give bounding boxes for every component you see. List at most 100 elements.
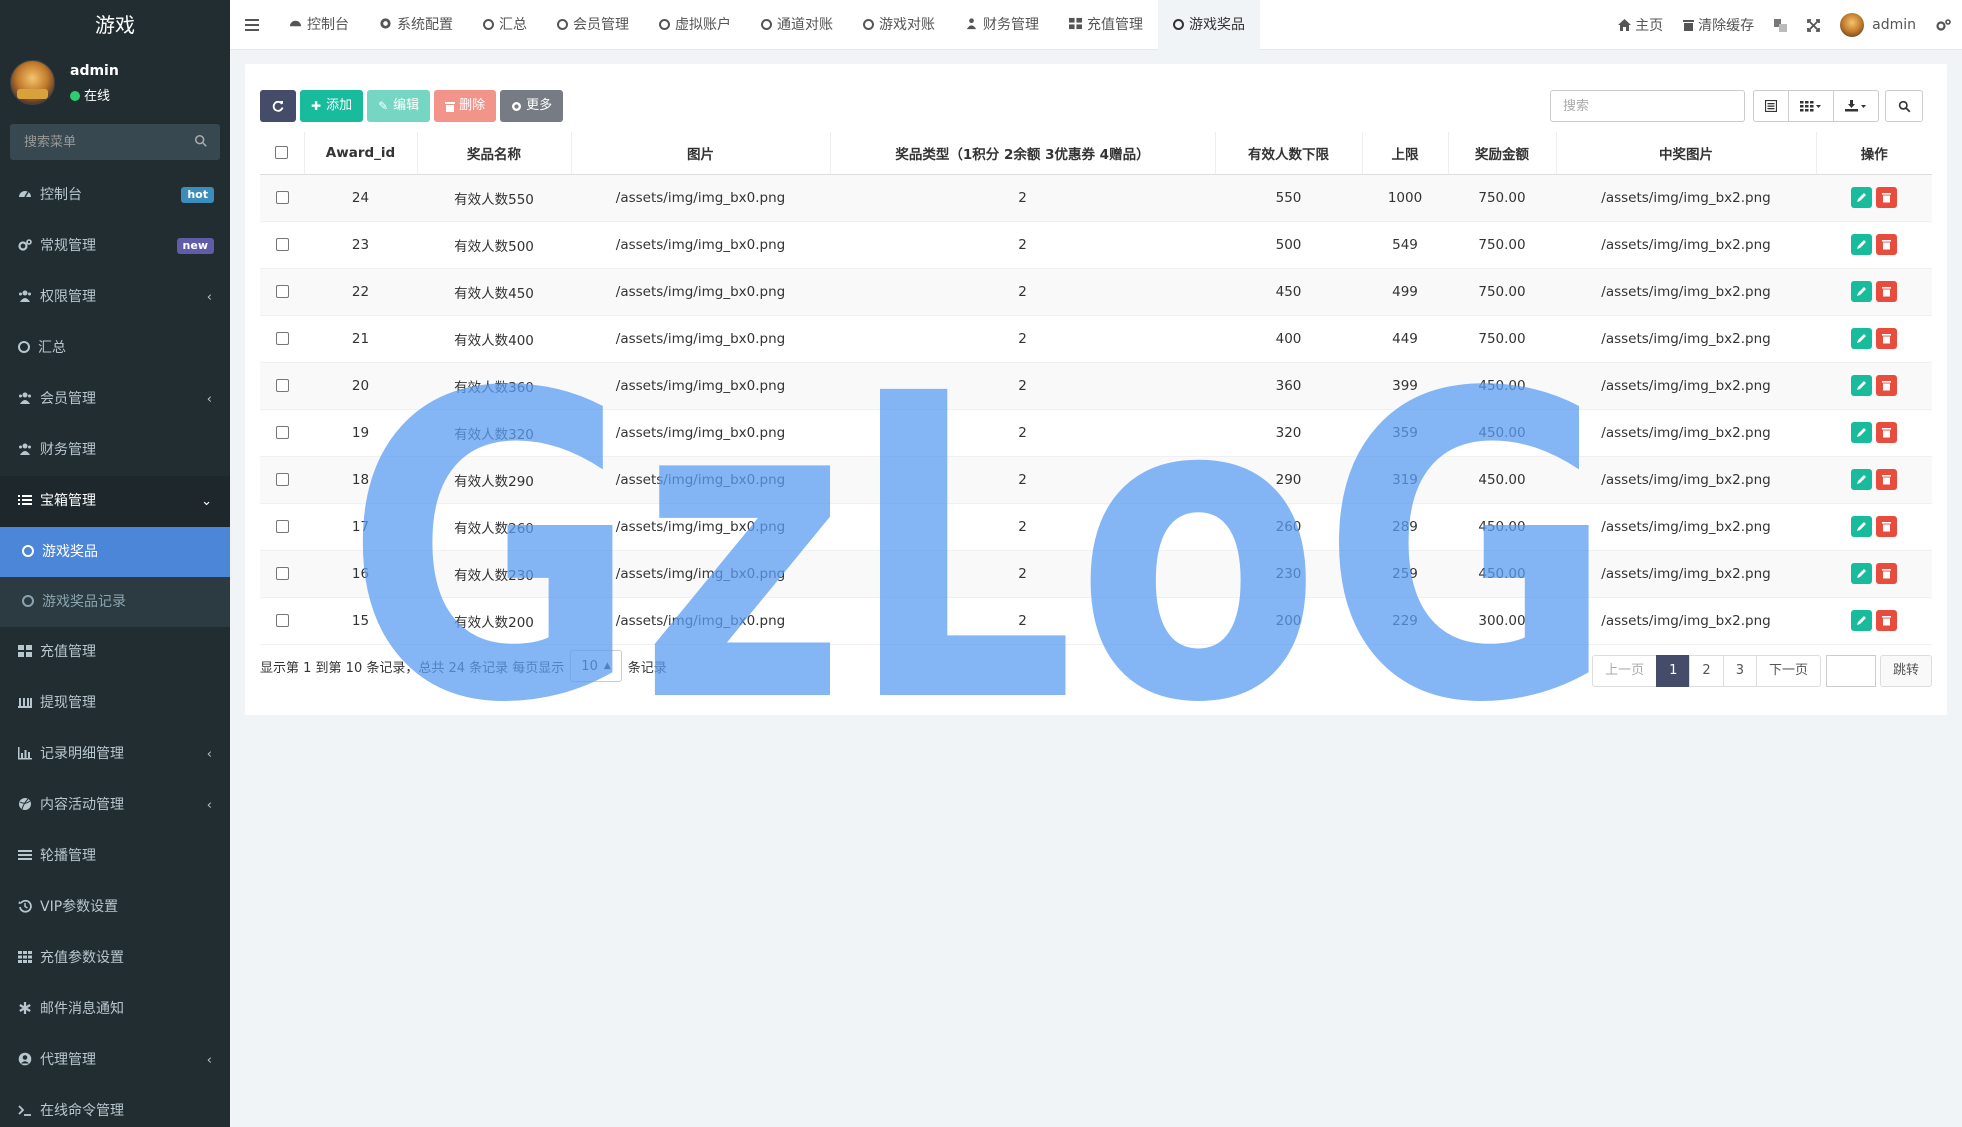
page-button[interactable]: 1	[1656, 655, 1691, 687]
row-edit-button[interactable]	[1851, 610, 1872, 631]
sidebar-subitem-game-prizes[interactable]: 游戏奖品	[0, 527, 230, 577]
add-button[interactable]: ✚ 添加	[300, 90, 364, 122]
next-page-button[interactable]: 下一页	[1755, 655, 1821, 687]
row-edit-button[interactable]	[1851, 234, 1872, 255]
row-edit-button[interactable]	[1851, 281, 1872, 302]
columns-button[interactable]	[1788, 90, 1834, 122]
column-header[interactable]: 有效人数下限	[1215, 132, 1363, 175]
row-delete-button[interactable]	[1876, 469, 1897, 490]
tab-virtual-accounts[interactable]: 虚拟账户	[644, 0, 746, 50]
row-delete-button[interactable]	[1876, 187, 1897, 208]
table-row[interactable]: 24 有效人数550/assets/img/img_bx0.png 2 550 1000…	[260, 174, 1932, 222]
sidebar-toggle[interactable]	[230, 0, 274, 50]
sidebar-item-content[interactable]: 内容活动管理 ‹	[0, 780, 230, 831]
table-row[interactable]: 22 有效人数450/assets/img/img_bx0.png 2 450 499 7…	[260, 268, 1932, 316]
table-row[interactable]: 16 有效人数230/assets/img/img_bx0.png 2 230 259 4…	[260, 550, 1932, 598]
tab-summary[interactable]: 汇总	[468, 0, 542, 50]
sidebar-item-commands[interactable]: 在线命令管理	[0, 1086, 230, 1127]
row-delete-button[interactable]	[1876, 281, 1897, 302]
language-button[interactable]	[1764, 18, 1797, 32]
sidebar-item-dashboard[interactable]: 控制台 hot	[0, 170, 230, 221]
row-delete-button[interactable]	[1876, 610, 1897, 631]
sidebar-item-vip[interactable]: VIP参数设置	[0, 882, 230, 933]
sidebar-item-withdraw[interactable]: 提现管理	[0, 678, 230, 729]
table-search-input[interactable]	[1550, 90, 1745, 122]
search-icon[interactable]	[194, 134, 208, 148]
advanced-search-button[interactable]	[1885, 90, 1923, 122]
table-row[interactable]: 23 有效人数500/assets/img/img_bx0.png 2 500 549 7…	[260, 221, 1932, 269]
fullscreen-button[interactable]	[1797, 18, 1830, 32]
row-delete-button[interactable]	[1876, 422, 1897, 443]
row-checkbox[interactable]	[275, 191, 289, 204]
page-button[interactable]: 2	[1689, 655, 1724, 687]
sidebar-item-finance[interactable]: 财务管理	[0, 425, 230, 476]
table-row[interactable]: 15 有效人数200/assets/img/img_bx0.png 2 200 229 3…	[260, 597, 1932, 645]
more-button[interactable]: 更多	[500, 90, 564, 122]
row-checkbox[interactable]	[275, 614, 289, 627]
row-checkbox[interactable]	[275, 285, 289, 298]
home-link[interactable]: 主页	[1608, 15, 1673, 35]
row-checkbox[interactable]	[275, 426, 289, 439]
jump-button[interactable]: 跳转	[1879, 655, 1932, 687]
tab-channel-reconcile[interactable]: 通道对账	[746, 0, 848, 50]
sidebar-item-mail[interactable]: 邮件消息通知	[0, 984, 230, 1035]
export-button[interactable]	[1833, 90, 1879, 122]
prev-page-button[interactable]: 上一页	[1592, 655, 1658, 687]
column-header[interactable]: Award_id	[304, 132, 418, 175]
select-all-checkbox[interactable]	[275, 146, 289, 160]
table-row[interactable]: 19 有效人数320/assets/img/img_bx0.png 2 320 359 4…	[260, 409, 1932, 457]
user-menu[interactable]: admin	[1830, 13, 1926, 37]
tab-finance[interactable]: 财务管理	[950, 0, 1054, 50]
sidebar-item-records[interactable]: 记录明细管理 ‹	[0, 729, 230, 780]
page-size-select[interactable]: 10 ▲	[570, 650, 622, 682]
row-edit-button[interactable]	[1851, 187, 1872, 208]
row-checkbox[interactable]	[275, 332, 289, 345]
app-logo[interactable]: 游戏	[0, 0, 230, 50]
column-header[interactable]: 图片	[571, 132, 831, 175]
sidebar-item-recharge-params[interactable]: 充值参数设置	[0, 933, 230, 984]
clear-cache-button[interactable]: 清除缓存	[1673, 15, 1764, 35]
row-edit-button[interactable]	[1851, 563, 1872, 584]
row-checkbox[interactable]	[275, 473, 289, 486]
row-edit-button[interactable]	[1851, 469, 1872, 490]
refresh-button[interactable]	[260, 90, 296, 122]
column-header[interactable]: 奖品名称	[417, 132, 572, 175]
table-row[interactable]: 20 有效人数360/assets/img/img_bx0.png 2 360 399 4…	[260, 362, 1932, 410]
row-checkbox[interactable]	[275, 567, 289, 580]
sidebar-search-input[interactable]	[10, 124, 220, 160]
table-row[interactable]: 21 有效人数400/assets/img/img_bx0.png 2 400 449 7…	[260, 315, 1932, 363]
row-checkbox[interactable]	[275, 379, 289, 392]
column-header[interactable]: 奖品类型（1积分 2余额 3优惠券 4赠品）	[830, 132, 1216, 175]
tab-system-config[interactable]: 系统配置	[364, 0, 468, 50]
tab-game-prizes[interactable]: 游戏奖品	[1158, 0, 1260, 50]
tab-dashboard[interactable]: 控制台	[274, 0, 364, 50]
tab-game-reconcile[interactable]: 游戏对账	[848, 0, 950, 50]
sidebar-item-recharge[interactable]: 充值管理	[0, 627, 230, 678]
sidebar-item-permissions[interactable]: 权限管理 ‹	[0, 272, 230, 323]
tab-members[interactable]: 会员管理	[542, 0, 644, 50]
row-checkbox[interactable]	[275, 238, 289, 251]
row-edit-button[interactable]	[1851, 328, 1872, 349]
sidebar-item-treasure[interactable]: 宝箱管理 ⌄	[0, 476, 230, 527]
table-row[interactable]: 18 有效人数290/assets/img/img_bx0.png 2 290 319 4…	[260, 456, 1932, 504]
edit-button[interactable]: ✎ 编辑	[367, 90, 431, 122]
jump-page-input[interactable]	[1825, 655, 1876, 687]
column-header[interactable]: 上限	[1362, 132, 1449, 175]
row-delete-button[interactable]	[1876, 375, 1897, 396]
settings-button[interactable]	[1926, 18, 1962, 32]
row-delete-button[interactable]	[1876, 563, 1897, 584]
row-edit-button[interactable]	[1851, 422, 1872, 443]
table-row[interactable]: 17 有效人数260/assets/img/img_bx0.png 2 260 289 4…	[260, 503, 1932, 551]
column-header[interactable]: 奖励金额	[1448, 132, 1557, 175]
column-header[interactable]: 中奖图片	[1556, 132, 1817, 175]
sidebar-subitem-prize-records[interactable]: 游戏奖品记录	[0, 577, 230, 627]
sidebar-item-carousel[interactable]: 轮播管理	[0, 831, 230, 882]
row-delete-button[interactable]	[1876, 328, 1897, 349]
row-edit-button[interactable]	[1851, 516, 1872, 537]
page-button[interactable]: 3	[1722, 655, 1757, 687]
sidebar-item-general[interactable]: 常规管理 new	[0, 221, 230, 272]
sidebar-item-members[interactable]: 会员管理 ‹	[0, 374, 230, 425]
tab-recharge[interactable]: 充值管理	[1054, 0, 1158, 50]
sidebar-item-summary[interactable]: 汇总	[0, 323, 230, 374]
row-delete-button[interactable]	[1876, 516, 1897, 537]
